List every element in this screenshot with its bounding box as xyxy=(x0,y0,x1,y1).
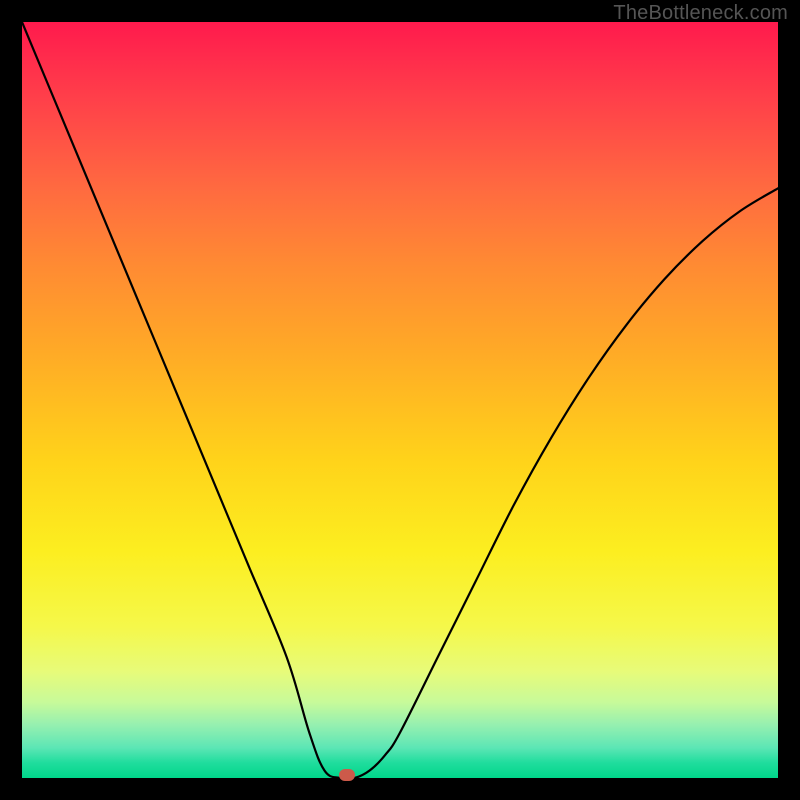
plot-area xyxy=(22,22,778,778)
chart-frame: TheBottleneck.com xyxy=(0,0,800,800)
bottleneck-curve xyxy=(22,22,778,778)
optimal-point-marker xyxy=(339,769,355,781)
watermark-text: TheBottleneck.com xyxy=(613,2,788,25)
